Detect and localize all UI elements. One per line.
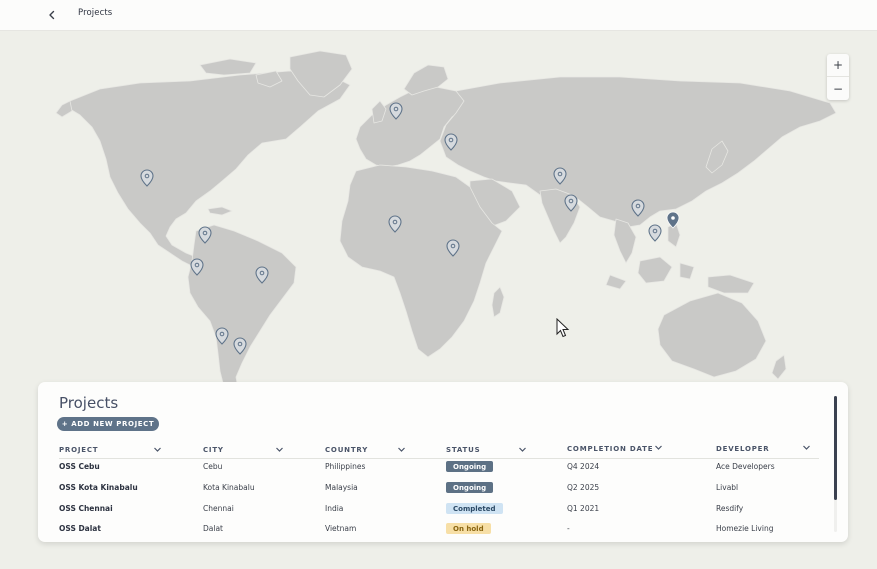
add-project-button[interactable]: + ADD NEW PROJECT: [57, 417, 159, 431]
column-header-country[interactable]: COUNTRY: [325, 444, 368, 456]
cell-city: Kota Kinabalu: [203, 483, 255, 492]
page-title: Projects: [78, 8, 113, 18]
cell-city: Dalat: [203, 524, 223, 533]
cell-country: India: [325, 504, 344, 513]
cell-developer: Homezie Living: [716, 524, 774, 533]
map-marker-dalat[interactable]: [648, 224, 662, 242]
column-header-city[interactable]: CITY: [203, 444, 224, 456]
chevron-down-icon[interactable]: [397, 445, 406, 454]
map-marker-argentina[interactable]: [233, 337, 247, 355]
cell-country: Vietnam: [325, 524, 357, 533]
column-label: CITY: [203, 446, 224, 454]
map-marker-mexico[interactable]: [140, 169, 154, 187]
cell-completion-date: -: [567, 524, 570, 533]
cell-city: Cebu: [203, 462, 223, 471]
status-badge: Completed: [446, 503, 503, 514]
column-label: COUNTRY: [325, 446, 369, 454]
zoom-in-button[interactable]: +: [827, 54, 849, 77]
zoom-control: + −: [827, 54, 849, 100]
cell-completion-date: Q4 2024: [567, 462, 600, 471]
map-marker-brazil[interactable]: [255, 266, 269, 284]
map-marker-colombia[interactable]: [198, 226, 212, 244]
cell-developer: Ace Developers: [716, 462, 775, 471]
header-divider: [59, 458, 819, 459]
cell-completion-date: Q1 2021: [567, 504, 600, 513]
status-badge: Ongoing: [446, 461, 494, 472]
column-label: COMPLETION DATE: [567, 445, 654, 453]
column-header-status[interactable]: STATUS: [446, 444, 480, 456]
map-marker-turkey[interactable]: [444, 133, 458, 151]
map-marker-cebu[interactable]: [666, 211, 680, 229]
scrollbar-thumb[interactable]: [834, 396, 837, 500]
cell-developer: Resdify: [716, 504, 744, 513]
column-label: STATUS: [446, 446, 481, 454]
column-label: PROJECT: [59, 446, 99, 454]
top-bar: Projects: [0, 0, 877, 31]
zoom-out-button[interactable]: −: [827, 77, 849, 100]
map-marker-nigeria[interactable]: [388, 215, 402, 233]
chevron-left-icon: [49, 10, 55, 20]
map-marker-netherlands[interactable]: [389, 102, 403, 120]
map-marker-tanzania[interactable]: [446, 239, 460, 257]
mouse-cursor-icon: [556, 318, 570, 338]
cell-completion-date: Q2 2025: [567, 483, 600, 492]
map-marker-chennai[interactable]: [564, 194, 578, 212]
map-marker-chile[interactable]: [215, 327, 229, 345]
cell-project[interactable]: OSS Kota Kinabalu: [59, 483, 138, 492]
cell-project[interactable]: OSS Chennai: [59, 504, 113, 513]
cell-city: Chennai: [203, 504, 234, 513]
cell-project[interactable]: OSS Cebu: [59, 462, 100, 471]
chevron-down-icon[interactable]: [654, 443, 663, 452]
column-label: DEVELOPER: [716, 445, 770, 453]
projects-panel: Projects + ADD NEW PROJECT PROJECT CITY …: [38, 382, 848, 542]
status-badge: Ongoing: [446, 482, 494, 493]
cell-developer: Livabl: [716, 483, 739, 492]
cell-country: Philippines: [325, 462, 366, 471]
chevron-down-icon[interactable]: [275, 445, 284, 454]
cell-country: Malaysia: [325, 483, 358, 492]
chevron-down-icon[interactable]: [153, 445, 162, 454]
column-header-completion-date[interactable]: COMPLETION DATE: [567, 443, 653, 455]
column-header-project[interactable]: PROJECT: [59, 444, 98, 456]
cell-project[interactable]: OSS Dalat: [59, 524, 101, 533]
map-marker-peru[interactable]: [190, 258, 204, 276]
status-badge: On hold: [446, 523, 491, 534]
back-button[interactable]: [44, 7, 60, 23]
map-marker-delhi[interactable]: [553, 167, 567, 185]
column-header-developer[interactable]: DEVELOPER: [716, 443, 769, 455]
chevron-down-icon[interactable]: [802, 443, 811, 452]
map-marker-kota-kinabalu[interactable]: [631, 199, 645, 217]
panel-title: Projects: [59, 394, 119, 412]
chevron-down-icon[interactable]: [518, 445, 527, 454]
